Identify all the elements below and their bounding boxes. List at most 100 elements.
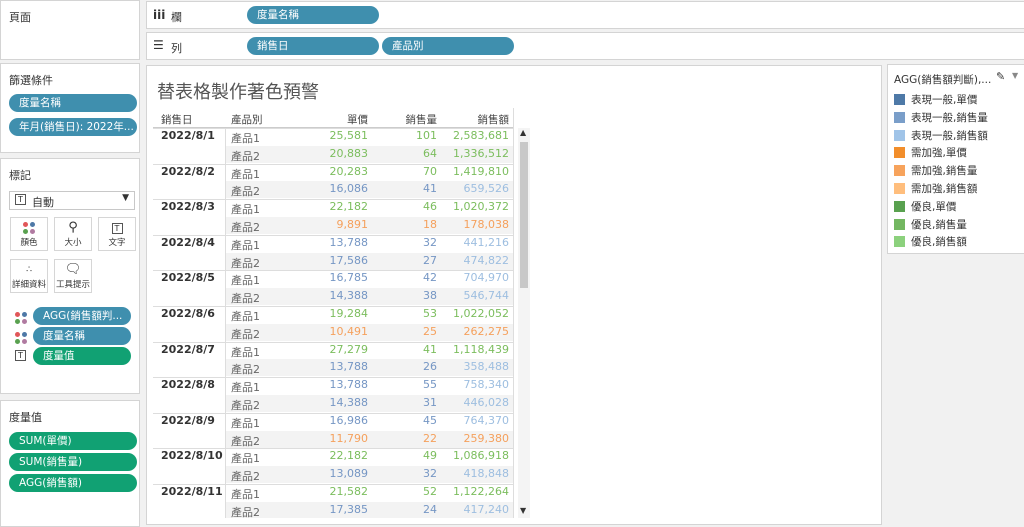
table-row: 2022/8/4 產品1 13,788 32 441,216	[153, 234, 517, 253]
mark-type-value: 自動	[32, 196, 54, 209]
detail-icon: ∴	[26, 265, 32, 275]
size-button-label: 大小	[64, 238, 82, 248]
table-row: 產品2 10,491 25 262,275	[153, 323, 517, 342]
cell-qty: 22	[423, 431, 437, 445]
table-row: 產品2 17,385 24 417,240	[153, 501, 517, 518]
table-row: 2022/8/11 產品1 21,582 52 1,122,264	[153, 484, 517, 502]
measure-pill-sum-price[interactable]: SUM(單價)	[9, 432, 137, 450]
table-row: 產品2 13,089 32 418,848	[153, 466, 517, 484]
row-product: 產品2	[231, 256, 260, 270]
legend-menu-icon[interactable]: ▼	[1012, 71, 1018, 80]
row-product: 產品1	[231, 310, 260, 323]
marks-field-measure-values[interactable]: 度量值	[33, 347, 131, 365]
cell-price: 13,788	[329, 235, 369, 249]
cell-price: 14,388	[329, 289, 369, 303]
cell-price: 11,790	[329, 431, 369, 445]
legend-swatch	[894, 200, 905, 212]
header-price: 單價	[347, 114, 368, 126]
scroll-down-icon[interactable]: ▼	[520, 506, 526, 515]
table-row: 產品2 9,891 18 178,038	[153, 217, 517, 235]
text-button[interactable]: T 文字	[98, 217, 136, 251]
rows-pill-sale-date[interactable]: 銷售日	[247, 37, 379, 55]
pages-card: 頁面	[0, 0, 140, 60]
row-date: 2022/8/6	[161, 307, 215, 320]
table-row: 2022/8/6 產品1 19,284 53 1,022,052	[153, 306, 517, 324]
legend-swatch	[894, 236, 905, 248]
table-row: 產品2 11,790 22 259,380	[153, 430, 517, 449]
row-date: 2022/8/3	[161, 200, 215, 214]
crosstab: 銷售日 產品別 單價 銷售量 銷售額 2022/8/1 產品1 25,581 101 2…	[153, 108, 517, 518]
cell-amount: 417,240	[463, 502, 510, 516]
row-date: 2022/8/9	[161, 413, 215, 427]
legend-label: 優良,單價	[911, 200, 957, 213]
table-row: 2022/8/8 產品1 13,788 55 758,340	[153, 377, 517, 395]
cell-qty: 26	[423, 360, 437, 374]
cell-qty: 53	[423, 307, 437, 320]
legend-swatch	[894, 218, 905, 230]
header-qty: 銷售量	[405, 114, 438, 126]
cell-amount: 764,370	[463, 413, 510, 427]
marks-field-agg-sales-judgement[interactable]: AGG(銷售額判...	[33, 307, 131, 325]
measure-pill-agg-sales[interactable]: AGG(銷售額)	[9, 474, 137, 492]
filter-pill-measure-names[interactable]: 度量名稱	[9, 94, 137, 112]
detail-button-label: 詳細資料	[11, 280, 46, 290]
scroll-up-icon[interactable]: ▲	[520, 128, 526, 137]
legend-swatch	[894, 111, 905, 123]
cell-amount: 1,022,052	[453, 307, 509, 320]
edit-colors-icon[interactable]: ✎	[996, 70, 1005, 83]
cell-price: 16,086	[329, 182, 369, 196]
cell-amount: 178,038	[463, 218, 510, 231]
cell-price: 10,491	[329, 324, 369, 338]
color-button[interactable]: 顏色	[10, 217, 48, 251]
legend-label: 需加強,銷售額	[911, 183, 978, 195]
columns-icon: iii	[153, 8, 166, 22]
text-icon: T	[99, 218, 135, 238]
rows-pill-product[interactable]: 產品別	[382, 37, 514, 55]
cell-qty: 64	[423, 146, 437, 160]
scrollbar[interactable]: ▲ ▼	[518, 128, 530, 518]
color-legend: AGG(銷售額判斷),... ✎ ▼ 表現一般,單價 表現一般,銷售量 表現一般,銷…	[887, 64, 1024, 254]
scrollbar-thumb[interactable]	[520, 142, 528, 288]
cell-qty: 41	[423, 342, 437, 356]
cell-amount: 1,086,918	[453, 449, 509, 463]
legend-label: 表現一般,銷售額	[911, 129, 988, 142]
row-product: 產品1	[231, 203, 260, 217]
text-icon: T	[15, 194, 26, 205]
row-product: 產品1	[231, 167, 260, 181]
legend-label: 需加強,銷售量	[911, 165, 978, 178]
color-icon	[15, 331, 27, 344]
cell-qty: 45	[423, 413, 437, 427]
tooltip-button[interactable]: 🗨 工具提示	[54, 259, 92, 293]
cell-price: 13,089	[329, 467, 369, 481]
detail-button[interactable]: ∴ 詳細資料	[10, 259, 48, 293]
row-product: 產品2	[231, 434, 260, 448]
marks-field-measure-names[interactable]: 度量名稱	[33, 327, 131, 345]
row-product: 產品2	[231, 470, 260, 484]
table-row: 2022/8/5 產品1 16,785 42 704,970	[153, 270, 517, 288]
text-button-label: 文字	[108, 238, 126, 248]
legend-swatch	[894, 129, 905, 141]
filter-pill-month[interactable]: 年月(銷售日): 2022年...	[9, 118, 137, 136]
row-product: 產品2	[231, 185, 260, 199]
cell-qty: 32	[423, 235, 437, 249]
table-row: 2022/8/1 產品1 25,581 101 2,583,681	[153, 128, 517, 146]
cell-amount: 259,380	[463, 431, 510, 445]
header-sale-date: 銷售日	[161, 114, 193, 126]
columns-label: 欄	[171, 11, 182, 24]
cell-amount: 659,526	[463, 182, 510, 196]
cell-qty: 46	[423, 200, 437, 214]
size-button[interactable]: ⚲ 大小	[54, 217, 92, 251]
table-row: 產品2 17,586 27 474,822	[153, 252, 517, 271]
cell-qty: 49	[423, 449, 437, 463]
cell-qty: 42	[423, 271, 437, 285]
legend-swatch	[894, 183, 905, 194]
measure-values-card-title: 度量值	[9, 411, 42, 424]
row-product: 產品2	[231, 292, 260, 306]
columns-pill-measure-names[interactable]: 度量名稱	[247, 6, 379, 24]
measure-pill-sum-qty[interactable]: SUM(銷售量)	[9, 453, 137, 471]
cell-amount: 358,488	[463, 360, 510, 374]
cell-amount: 1,118,439	[453, 342, 509, 356]
row-date: 2022/8/11	[161, 485, 223, 498]
mark-type-dropdown[interactable]: T 自動 ▼	[9, 191, 135, 210]
row-product: 產品1	[231, 274, 260, 288]
